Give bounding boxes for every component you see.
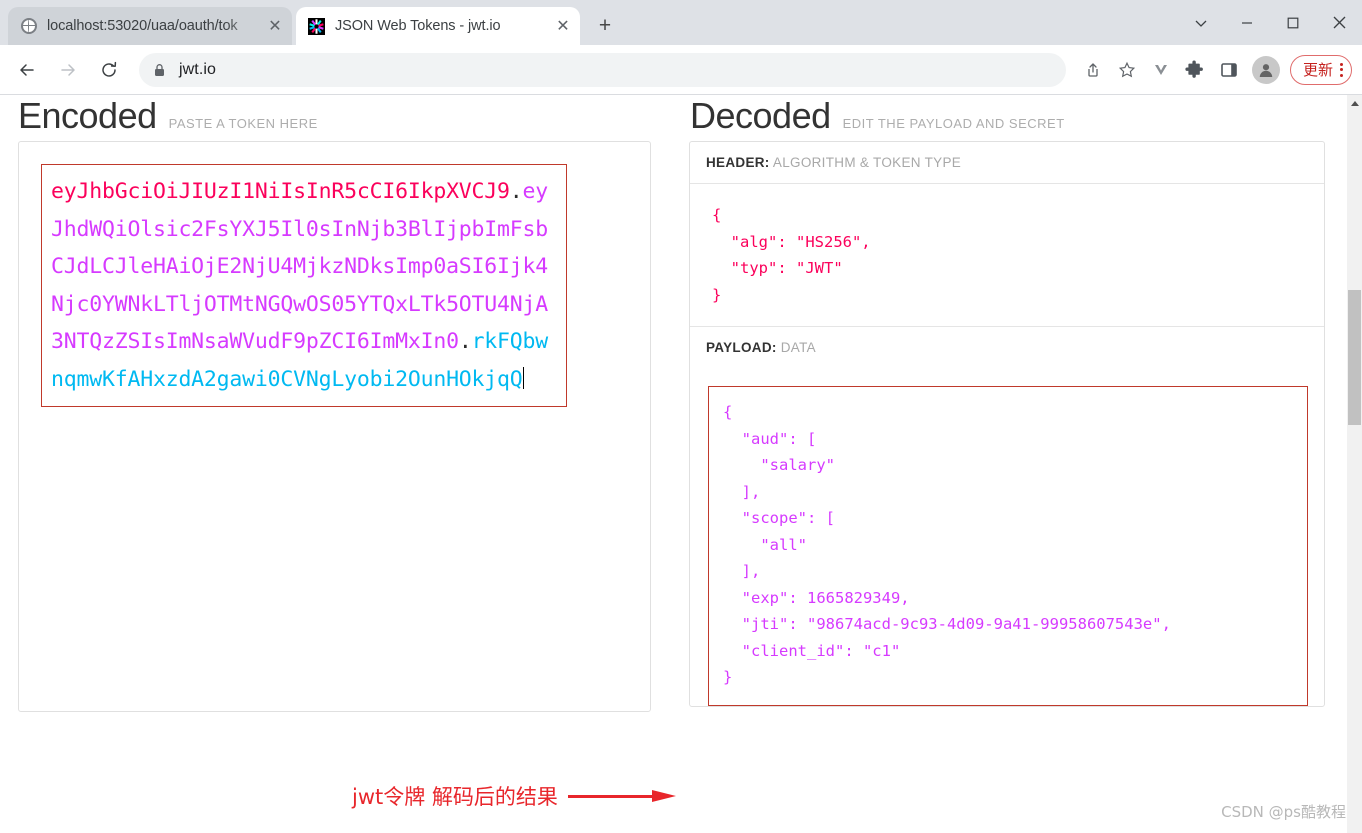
token-payload-segment: eyJhdWQiOlsic2FsYXJ5Il0sInNjb3BlIjpbImFs… — [51, 179, 549, 354]
kebab-menu-icon[interactable] — [1340, 62, 1343, 77]
profile-avatar-icon[interactable] — [1251, 55, 1280, 84]
browser-window: localhost:53020/uaa/oauth/tok ✕ JSON Web… — [0, 0, 1362, 833]
puzzle-icon[interactable] — [1180, 55, 1210, 85]
annotation-text: jwt令牌 解码后的结果 — [352, 785, 558, 809]
browser-tab-localhost[interactable]: localhost:53020/uaa/oauth/tok ✕ — [8, 7, 292, 45]
star-icon[interactable] — [1112, 55, 1142, 85]
tab-strip: localhost:53020/uaa/oauth/tok ✕ JSON Web… — [0, 0, 1362, 45]
jwt-logo-icon — [308, 17, 325, 35]
tab-close-icon[interactable]: ✕ — [264, 15, 286, 37]
reload-icon[interactable] — [92, 53, 126, 87]
token-separator-1: . — [509, 179, 523, 204]
address-bar[interactable]: jwt.io — [139, 52, 1066, 87]
payload-label: PAYLOAD: — [706, 340, 777, 355]
browser-tab-jwt-io[interactable]: JSON Web Tokens - jwt.io ✕ — [296, 7, 580, 45]
token-separator-2: . — [458, 329, 472, 354]
decoded-subheading: EDIT THE PAYLOAD AND SECRET — [842, 116, 1065, 131]
minimize-icon[interactable] — [1224, 0, 1270, 45]
scrollbar-thumb[interactable] — [1348, 290, 1361, 425]
encoded-subheading: PASTE A TOKEN HERE — [168, 116, 318, 131]
decoded-heading: Decoded — [690, 95, 831, 136]
token-header-segment: eyJhbGciOiJIUzI1NiIsInR5cCI6IkpXVCJ9 — [51, 179, 510, 204]
section-headings: Encoded PASTE A TOKEN HERE Decoded EDIT … — [0, 95, 1345, 141]
header-sublabel: ALGORITHM & TOKEN TYPE — [772, 155, 962, 170]
decoded-card: HEADER: ALGORITHM & TOKEN TYPE { "alg": … — [689, 141, 1325, 707]
forward-icon[interactable] — [51, 53, 85, 87]
page-viewport: JWT Debugger Libraries Introduction Ask … — [0, 95, 1362, 833]
encoded-card: eyJhbGciOiJIUzI1NiIsInR5cCI6IkpXVCJ9.eyJ… — [18, 141, 651, 712]
encoded-heading: Encoded — [18, 95, 157, 136]
tab-title: localhost:53020/uaa/oauth/tok — [47, 18, 238, 34]
encoded-token-input[interactable]: eyJhbGciOiJIUzI1NiIsInR5cCI6IkpXVCJ9.eyJ… — [41, 164, 567, 407]
tab-search-icon[interactable] — [1178, 0, 1224, 45]
payload-section-label: PAYLOAD: DATA — [690, 326, 1324, 368]
header-label: HEADER: — [706, 155, 770, 170]
decoded-header-json[interactable]: { "alg": "HS256", "typ": "JWT" } — [690, 184, 1324, 326]
tab-close-icon[interactable]: ✕ — [552, 15, 574, 37]
window-controls — [1178, 0, 1362, 45]
update-label: 更新 — [1302, 62, 1333, 79]
right-arrow-icon — [567, 790, 676, 802]
new-tab-button[interactable]: + — [590, 11, 620, 41]
update-button[interactable]: 更新 — [1289, 54, 1352, 85]
decoded-payload-json[interactable]: { "aud": [ "salary" ], "scope": [ "all" … — [708, 386, 1308, 706]
browser-toolbar: jwt.io 更新 — [0, 45, 1362, 95]
lock-icon — [153, 63, 167, 77]
header-section-label: HEADER: ALGORITHM & TOKEN TYPE — [690, 142, 1324, 184]
maximize-icon[interactable] — [1270, 0, 1316, 45]
page-scrollbar[interactable] — [1347, 95, 1362, 833]
tab-title: JSON Web Tokens - jwt.io — [335, 18, 501, 34]
back-icon[interactable] — [10, 53, 44, 87]
text-cursor — [522, 366, 525, 389]
debugger-panes: eyJhbGciOiJIUzI1NiIsInR5cCI6IkpXVCJ9.eyJ… — [0, 141, 1345, 712]
close-window-icon[interactable] — [1316, 0, 1362, 45]
share-icon[interactable] — [1078, 55, 1108, 85]
side-panel-icon[interactable] — [1214, 55, 1244, 85]
globe-icon — [20, 18, 37, 35]
scroll-up-arrow-icon[interactable] — [1347, 95, 1362, 111]
annotation-callout: jwt令牌 解码后的结果 — [352, 781, 676, 811]
watermark-text: CSDN @ps酷教程 — [1221, 803, 1346, 821]
url-text: jwt.io — [179, 60, 217, 78]
v-extension-icon[interactable] — [1146, 55, 1176, 85]
payload-sublabel: DATA — [780, 340, 816, 355]
